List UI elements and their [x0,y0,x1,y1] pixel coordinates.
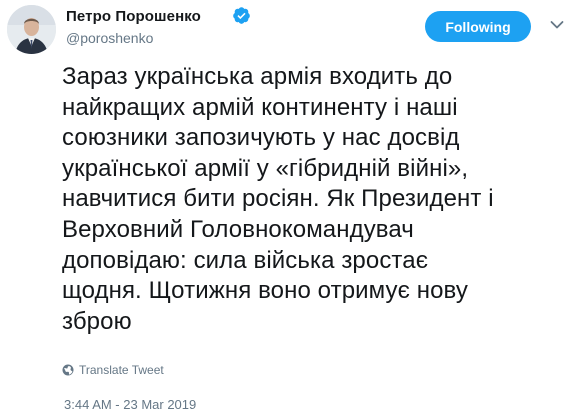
author-handle[interactable]: @poroshenko [66,30,153,46]
author-name[interactable]: Петро Порошенко [66,8,201,25]
chevron-down-icon[interactable] [550,20,564,30]
globe-icon [62,364,74,376]
tweet-text: Зараз українська армія входить до найкра… [62,63,494,335]
following-button[interactable]: Following [425,11,531,42]
translate-tweet-label[interactable]: Translate Tweet [79,363,164,377]
avatar-image [7,5,56,54]
verified-badge-icon [233,7,250,24]
tweet-timestamp[interactable]: 3:44 AM - 23 Mar 2019 [64,397,196,412]
avatar[interactable] [7,5,56,54]
translate-tweet-link[interactable]: Translate Tweet [62,363,164,377]
